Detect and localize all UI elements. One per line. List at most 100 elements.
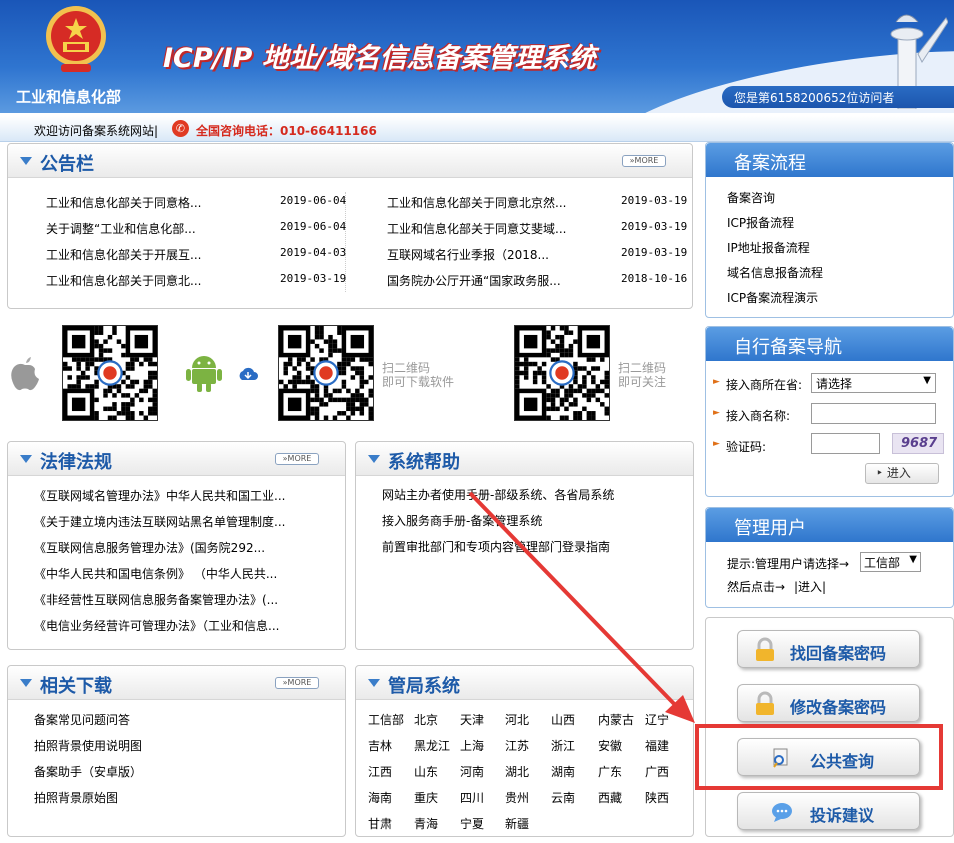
province-link[interactable]: 北京: [414, 711, 438, 728]
bullet-icon: [21, 568, 27, 574]
admin-select[interactable]: 工信部 ▼: [860, 552, 921, 572]
bullet-icon: [713, 192, 719, 198]
province-link[interactable]: 江苏: [505, 737, 529, 754]
bulletin-item-title[interactable]: 工业和信息化部关于同意北...: [46, 272, 201, 289]
captcha-input[interactable]: [811, 433, 880, 454]
help-item[interactable]: 网站主办者使用手册-部级系统、各省局系统: [382, 486, 614, 503]
province-link[interactable]: 山东: [414, 763, 438, 780]
province-link[interactable]: 湖北: [505, 763, 529, 780]
bulletin-item-title[interactable]: 工业和信息化部关于同意北京然...: [387, 194, 566, 211]
help-item[interactable]: 接入服务商手册-备案管理系统: [382, 512, 542, 529]
province-link[interactable]: 黑龙江: [414, 737, 450, 754]
bullet-icon: [369, 541, 375, 547]
province-label: 接入商所在省:: [726, 378, 803, 392]
ministry-name: 工业和信息化部: [16, 88, 122, 106]
bulletin-item-title[interactable]: 工业和信息化部关于开展互...: [46, 246, 201, 263]
admin-enter-link[interactable]: |进入|: [794, 578, 826, 595]
caret-down-icon: [20, 157, 32, 165]
province-link[interactable]: 甘肃: [368, 815, 392, 832]
province-link[interactable]: 河北: [505, 711, 529, 728]
province-link[interactable]: 浙江: [551, 737, 575, 754]
bullet-icon: [713, 242, 719, 248]
law-item[interactable]: 《电信业务经营许可管理办法》（工业和信息...: [34, 617, 279, 634]
qr-follow-label: 扫二维码 即可关注: [618, 361, 667, 389]
law-item[interactable]: 《中华人民共和国电信条例》 （中华人民共...: [34, 565, 277, 582]
province-link[interactable]: 广西: [645, 763, 669, 780]
chat-bubble-icon: [772, 803, 792, 822]
process-item[interactable]: 域名信息报备流程: [727, 264, 823, 281]
help-header: 系统帮助: [356, 442, 693, 476]
process-item[interactable]: 备案咨询: [727, 189, 775, 206]
download-item[interactable]: 备案助手（安卓版）: [34, 763, 142, 780]
downloads-more-button[interactable]: »MORE: [275, 677, 319, 689]
province-link[interactable]: 西藏: [598, 789, 622, 806]
download-item[interactable]: 备案常见问题问答: [34, 711, 130, 728]
province-link[interactable]: 新疆: [505, 815, 529, 832]
bullet-icon: [21, 594, 27, 600]
highlight-box: [695, 724, 943, 790]
province-link[interactable]: 河南: [460, 763, 484, 780]
law-item[interactable]: 《互联网域名管理办法》中华人民共和国工业...: [34, 487, 285, 504]
help-item[interactable]: 前置审批部门和专项内容管理部门登录指南: [382, 538, 610, 555]
complaint-button[interactable]: 投诉建议: [737, 792, 920, 830]
bureau-title: 管局系统: [388, 676, 460, 697]
admin-hint: 提示:管理用户请选择→: [727, 557, 850, 571]
province-link[interactable]: 工信部: [368, 711, 404, 728]
download-item[interactable]: 拍照背景原始图: [34, 789, 118, 806]
province-select[interactable]: 请选择 ▼: [811, 373, 936, 393]
province-link[interactable]: 重庆: [414, 789, 438, 806]
apple-icon: [11, 357, 39, 391]
province-link[interactable]: 江西: [368, 763, 392, 780]
provider-name-label: 接入商名称:: [726, 409, 791, 423]
modify-password-button[interactable]: 修改备案密码: [737, 684, 920, 722]
province-link[interactable]: 湖南: [551, 763, 575, 780]
bulletin-item-title[interactable]: 互联网域名行业季报（2018...: [387, 246, 549, 263]
province-link[interactable]: 四川: [460, 789, 484, 806]
process-item[interactable]: ICP备案流程演示: [727, 289, 818, 306]
download-item[interactable]: 拍照背景使用说明图: [34, 737, 142, 754]
province-link[interactable]: 福建: [645, 737, 669, 754]
bulletin-item-title[interactable]: 国务院办公厅开通“国家政务服...: [387, 272, 561, 289]
recover-password-button[interactable]: 找回备案密码: [737, 630, 920, 668]
law-item[interactable]: 《非经营性互联网信息服务备案管理办法》(...: [34, 591, 278, 608]
captcha-image[interactable]: 9687: [892, 433, 944, 454]
bulletin-item-title[interactable]: 工业和信息化部关于同意格...: [46, 194, 201, 211]
bullet-icon: [26, 223, 32, 229]
law-item[interactable]: 《关于建立境内违法互联网站黑名单管理制度...: [34, 513, 285, 530]
province-link[interactable]: 青海: [414, 815, 438, 832]
province-link[interactable]: 贵州: [505, 789, 529, 806]
province-link[interactable]: 陕西: [645, 789, 669, 806]
process-item[interactable]: ICP报备流程: [727, 214, 794, 231]
bullet-icon: [21, 792, 27, 798]
bullet-icon: [26, 197, 32, 203]
province-link[interactable]: 内蒙古: [598, 711, 634, 728]
welcome-text: 欢迎访问备案系统网站|: [34, 124, 159, 138]
caret-down-icon: [368, 679, 380, 687]
bulletin-more-button[interactable]: »MORE: [622, 155, 666, 167]
bulletin-item-title[interactable]: 工业和信息化部关于同意艾斐域...: [387, 220, 566, 237]
province-link[interactable]: 吉林: [368, 737, 392, 754]
provider-name-input[interactable]: [811, 403, 936, 424]
province-link[interactable]: 山西: [551, 711, 575, 728]
phone-icon: ✆: [172, 120, 189, 137]
admin-then-text: 然后点击→: [727, 580, 786, 594]
bulletin-item-title[interactable]: 关于调整“工业和信息化部...: [46, 220, 196, 237]
hotline-text: 全国咨询电话：010-66411166: [196, 124, 377, 138]
complaint-label: 投诉建议: [810, 806, 875, 825]
province-link[interactable]: 宁夏: [460, 815, 484, 832]
laws-more-button[interactable]: »MORE: [275, 453, 319, 465]
province-link[interactable]: 云南: [551, 789, 575, 806]
site-header: 工业和信息化部 ICP/IP 地址/域名信息备案管理系统 您是第61582006…: [0, 0, 954, 113]
bullet-icon: ►: [713, 408, 720, 418]
province-link[interactable]: 安徽: [598, 737, 622, 754]
process-item[interactable]: IP地址报备流程: [727, 239, 810, 256]
province-link[interactable]: 广东: [598, 763, 622, 780]
bulletin-item-date: 2019-03-19: [621, 246, 688, 259]
province-link[interactable]: 上海: [460, 737, 484, 754]
province-link[interactable]: 辽宁: [645, 711, 669, 728]
self-filing-enter-button[interactable]: ‣ 进入: [865, 463, 939, 484]
province-link[interactable]: 海南: [368, 789, 392, 806]
law-item[interactable]: 《互联网信息服务管理办法》(国务院292...: [34, 539, 265, 556]
bullet-icon: [26, 249, 32, 255]
province-link[interactable]: 天津: [460, 711, 484, 728]
